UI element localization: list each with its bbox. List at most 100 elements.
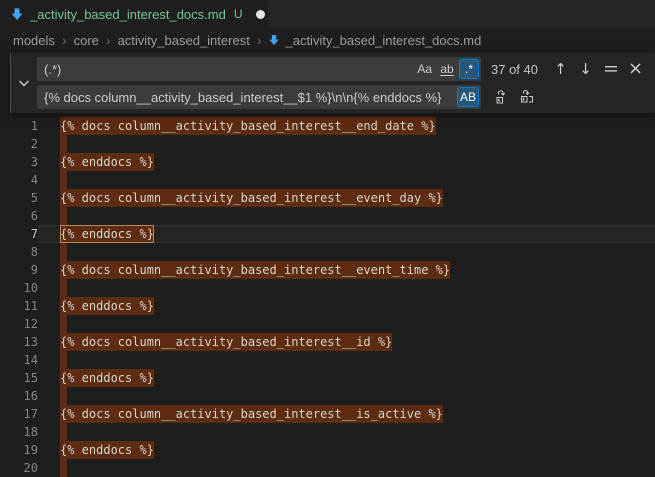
vscode-window: _activity_based_interest_docs.md U model… — [0, 0, 655, 470]
breadcrumb-item-core[interactable]: core — [74, 33, 99, 48]
replace-button[interactable] — [490, 86, 513, 109]
line-number[interactable]: 2 — [0, 135, 38, 153]
line-number[interactable]: 4 — [0, 171, 38, 189]
arrow-up-icon: ↑ — [554, 60, 567, 78]
code-line[interactable]: 9 {% docs column__activity_based_interest… — [0, 261, 655, 279]
tab-bar: _activity_based_interest_docs.md U — [0, 0, 655, 28]
breadcrumb-item-file[interactable]: _activity_based_interest_docs.md — [268, 33, 481, 48]
line-number[interactable]: 15 — [0, 369, 38, 387]
close-button[interactable]: × — [624, 58, 647, 81]
line-number[interactable]: 16 — [0, 387, 38, 405]
whole-word-button[interactable]: ab — [437, 59, 457, 79]
markdown-down-arrow-icon — [268, 34, 280, 46]
match-case-button[interactable]: Aa — [414, 59, 435, 79]
find-match-highlight — [60, 207, 67, 225]
line-number[interactable]: 6 — [0, 207, 38, 225]
find-match-highlight: {% enddocs %} — [60, 369, 154, 387]
line-number[interactable]: 3 — [0, 153, 38, 171]
breadcrumb-item-activity-based-interest[interactable]: activity_based_interest — [118, 33, 250, 48]
line-number[interactable]: 10 — [0, 279, 38, 297]
line-number[interactable]: 19 — [0, 441, 38, 459]
find-match-highlight: {% docs column__activity_based_interest_… — [60, 117, 436, 135]
find-match-highlight — [60, 351, 67, 369]
find-match-highlight — [60, 171, 67, 189]
code-line[interactable]: 8 — [0, 243, 655, 261]
next-match-button[interactable]: ↓ — [574, 58, 597, 81]
find-match-highlight: {% docs column__activity_based_interest_… — [60, 405, 443, 423]
code-line[interactable]: 4 — [0, 171, 655, 189]
line-content: {% docs column__activity_based_interest_… — [38, 189, 655, 207]
code-line[interactable]: 18 — [0, 423, 655, 441]
editor[interactable]: (.*) Aa ab .* 37 of 40 ↑ ↓ — [0, 52, 655, 470]
line-content: {% docs column__activity_based_interest_… — [38, 261, 655, 279]
find-replace-widget: (.*) Aa ab .* 37 of 40 ↑ ↓ — [10, 53, 655, 113]
breadcrumb-separator: › — [62, 33, 67, 47]
code-line[interactable]: 3{% enddocs %} — [0, 153, 655, 171]
line-number[interactable]: 1 — [0, 117, 38, 135]
find-match-highlight: {% docs column__activity_based_interest_… — [60, 189, 443, 207]
line-number[interactable]: 5 — [0, 189, 38, 207]
code-line[interactable]: 10 — [0, 279, 655, 297]
line-content: {% docs column__activity_based_interest_… — [38, 333, 655, 351]
code-line[interactable]: 19 {% enddocs %} — [0, 441, 655, 459]
current-find-match-highlight: {% enddocs %} — [60, 225, 154, 243]
replace-input[interactable]: {% docs column__activity_based_interest_… — [37, 85, 481, 109]
find-match-highlight: {% enddocs %} — [60, 297, 154, 315]
line-number[interactable]: 17 — [0, 405, 38, 423]
line-number[interactable]: 14 — [0, 351, 38, 369]
find-in-selection-button[interactable] — [599, 58, 622, 81]
close-icon: × — [628, 60, 643, 78]
find-match-highlight: {% docs column__activity_based_interest_… — [60, 261, 450, 279]
line-content — [38, 279, 655, 297]
breadcrumb-file-label: _activity_based_interest_docs.md — [285, 33, 481, 48]
code-line[interactable]: 5 {% docs column__activity_based_interest… — [0, 189, 655, 207]
line-content — [38, 171, 655, 189]
code-line[interactable]: 14 — [0, 351, 655, 369]
code-line[interactable]: 17 {% docs column__activity_based_interes… — [0, 405, 655, 423]
line-content: {% docs column__activity_based_interest_… — [38, 405, 655, 423]
unsaved-changes-dot[interactable] — [256, 10, 265, 19]
markdown-down-arrow-icon — [10, 7, 24, 21]
breadcrumb-separator: › — [106, 33, 111, 47]
code-line[interactable]: 7 {% enddocs %} — [0, 225, 655, 243]
line-number[interactable]: 13 — [0, 333, 38, 351]
replace-all-icon — [519, 89, 535, 105]
toggle-replace-button[interactable] — [11, 57, 37, 109]
selection-lines-icon — [604, 63, 618, 75]
line-number[interactable]: 11 — [0, 297, 38, 315]
replace-value-text: {% docs column__activity_based_interest_… — [44, 90, 457, 105]
replace-icon — [494, 89, 510, 105]
line-content: {% enddocs %} — [38, 153, 655, 171]
breadcrumb: models › core › activity_based_interest … — [0, 28, 655, 52]
line-number[interactable]: 9 — [0, 261, 38, 279]
find-match-highlight — [60, 459, 67, 477]
match-count: 37 of 40 — [491, 62, 538, 77]
code-line[interactable]: 6 — [0, 207, 655, 225]
code-line[interactable]: 2 — [0, 135, 655, 153]
previous-match-button[interactable]: ↑ — [549, 58, 572, 81]
code-area[interactable]: 1 {% docs column__activity_based_interest… — [0, 117, 655, 477]
line-content: {% docs column__activity_based_interest_… — [38, 117, 655, 135]
preserve-case-button[interactable]: AB — [457, 87, 479, 107]
line-content — [38, 423, 655, 441]
line-content — [38, 351, 655, 369]
line-number[interactable]: 8 — [0, 243, 38, 261]
breadcrumb-item-models[interactable]: models — [13, 33, 55, 48]
find-input[interactable]: (.*) Aa ab .* — [37, 57, 481, 81]
line-number[interactable]: 20 — [0, 459, 38, 477]
replace-all-button[interactable] — [515, 86, 538, 109]
code-line[interactable]: 15 {% enddocs %} — [0, 369, 655, 387]
line-number[interactable]: 12 — [0, 315, 38, 333]
code-line[interactable]: 1 {% docs column__activity_based_interest… — [0, 117, 655, 135]
code-line[interactable]: 12 — [0, 315, 655, 333]
tab-active-file[interactable]: _activity_based_interest_docs.md U — [0, 0, 268, 28]
code-line[interactable]: 11 {% enddocs %} — [0, 297, 655, 315]
find-match-highlight: {% enddocs %} — [60, 441, 154, 459]
regex-button[interactable]: .* — [459, 59, 479, 79]
code-line[interactable]: 16 — [0, 387, 655, 405]
line-number[interactable]: 18 — [0, 423, 38, 441]
code-line[interactable]: 13{% docs column__activity_based_interes… — [0, 333, 655, 351]
line-number[interactable]: 7 — [0, 225, 38, 243]
code-line[interactable]: 20 — [0, 459, 655, 477]
line-content — [38, 243, 655, 261]
